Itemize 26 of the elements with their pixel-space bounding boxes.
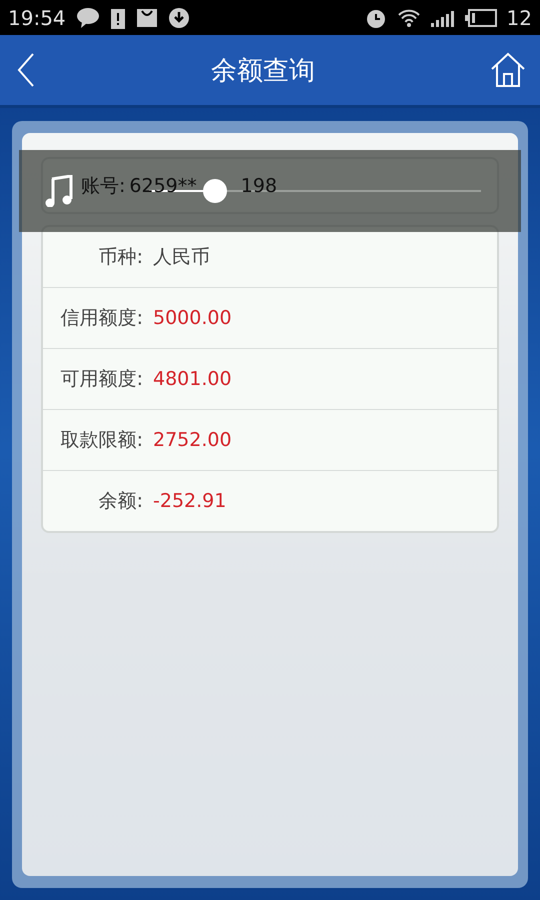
detail-label: 余额: bbox=[98, 489, 143, 514]
home-button[interactable] bbox=[490, 52, 526, 88]
detail-value: 4801.00 bbox=[153, 368, 232, 390]
detail-value: 5000.00 bbox=[153, 307, 232, 329]
back-button[interactable] bbox=[16, 52, 36, 88]
account-number-end: 198 bbox=[240, 174, 278, 196]
detail-label: 币种: bbox=[98, 245, 143, 270]
detail-value: 2752.00 bbox=[153, 429, 232, 451]
battery-icon bbox=[464, 8, 497, 26]
detail-label: 信用额度: bbox=[60, 306, 143, 331]
detail-label: 可用额度: bbox=[60, 367, 143, 392]
battery-percent: 12 bbox=[506, 6, 532, 30]
music-note-icon bbox=[45, 175, 73, 207]
page-title: 余额查询 bbox=[211, 54, 315, 88]
status-time: 19:54 bbox=[8, 6, 66, 30]
shopping-bag-icon bbox=[136, 8, 158, 28]
download-icon bbox=[168, 6, 190, 28]
signal-icon bbox=[430, 8, 455, 26]
wifi-icon bbox=[396, 8, 421, 28]
chat-icon bbox=[76, 6, 100, 28]
account-label: 账号: bbox=[81, 174, 126, 198]
detail-value: -252.91 bbox=[153, 490, 226, 512]
detail-label: 取款限额: bbox=[60, 428, 143, 453]
slider-thumb[interactable] bbox=[203, 179, 228, 203]
battery-alert-icon bbox=[110, 6, 126, 28]
detail-value: 人民币 bbox=[153, 245, 210, 270]
